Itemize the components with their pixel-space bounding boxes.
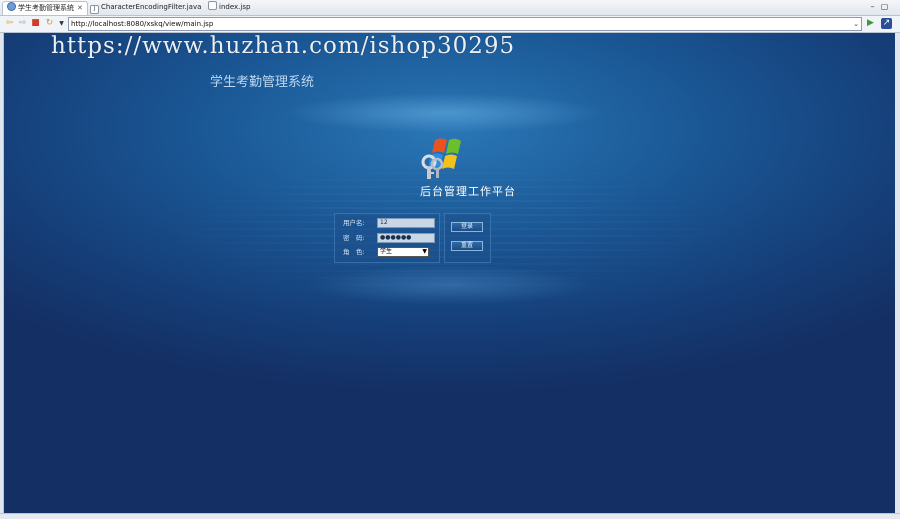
username-input[interactable]: 12 — [377, 218, 435, 228]
browser-nav-bar: ⇦ ⇨ ■ ↻ ▼ http://localhost:8080/xskq/vie… — [0, 16, 900, 33]
status-bar — [0, 513, 900, 519]
minimize-icon[interactable]: – — [868, 2, 877, 11]
jsp-file-icon — [208, 1, 217, 10]
java-file-icon: J — [90, 5, 99, 14]
system-title: 学生考勤管理系统 — [210, 75, 315, 90]
tab-index-jsp[interactable]: index.jsp — [204, 1, 254, 14]
tab-label: CharacterEncodingFilter.java — [101, 3, 202, 11]
watermark-text: https://www.huzhan.com/ishop30295 — [51, 33, 516, 59]
chevron-down-icon[interactable]: ⌄ — [853, 18, 859, 30]
decorative-glow — [284, 93, 604, 133]
role-label: 角 色: — [343, 248, 365, 256]
windows-keys-logo-icon — [421, 138, 461, 179]
tab-student-attendance[interactable]: 学生考勤管理系统 ✕ — [2, 1, 88, 15]
back-icon[interactable]: ⇦ — [4, 18, 15, 29]
password-input[interactable]: ●●●●●● — [377, 233, 435, 243]
history-dropdown-icon[interactable]: ▼ — [56, 18, 67, 29]
page-viewport: https://www.huzhan.com/ishop30295 学生考勤管理… — [3, 33, 895, 513]
chevron-down-icon: ▼ — [422, 248, 427, 255]
username-label: 用户名: — [343, 219, 365, 227]
login-fields: 用户名: 12 密 码: ●●●●●● 角 色: 学生 ▼ — [334, 213, 440, 263]
tab-label: 学生考勤管理系统 — [18, 4, 74, 12]
stop-icon[interactable]: ■ — [30, 18, 41, 29]
tab-character-encoding-filter[interactable]: J CharacterEncodingFilter.java — [86, 1, 205, 14]
login-button[interactable]: 登录 — [451, 222, 483, 232]
refresh-icon[interactable]: ↻ — [44, 18, 55, 29]
password-label: 密 码: — [343, 234, 365, 242]
browser-tab-bar: 学生考勤管理系统 ✕ J CharacterEncodingFilter.java … — [0, 0, 900, 16]
role-selected-value: 学生 — [380, 248, 393, 255]
login-panel: 用户名: 12 密 码: ●●●●●● 角 色: 学生 ▼ 登录 重置 — [334, 213, 491, 263]
maximize-icon[interactable]: ▢ — [880, 2, 889, 11]
tab-label: index.jsp — [219, 3, 251, 11]
open-external-icon[interactable]: ↗ — [881, 18, 892, 29]
reset-button[interactable]: 重置 — [451, 241, 483, 251]
go-icon[interactable]: ▶ — [865, 18, 876, 29]
close-icon[interactable]: ✕ — [77, 4, 83, 12]
decorative-glow — [304, 265, 594, 305]
login-buttons: 登录 重置 — [444, 213, 491, 263]
role-select[interactable]: 学生 ▼ — [377, 247, 429, 257]
forward-icon[interactable]: ⇨ — [17, 18, 28, 29]
url-text: http://localhost:8080/xskq/view/main.jsp — [71, 20, 214, 28]
globe-icon — [7, 2, 16, 11]
platform-title: 后台管理工作平台 — [420, 185, 516, 198]
url-input[interactable]: http://localhost:8080/xskq/view/main.jsp… — [68, 17, 862, 31]
